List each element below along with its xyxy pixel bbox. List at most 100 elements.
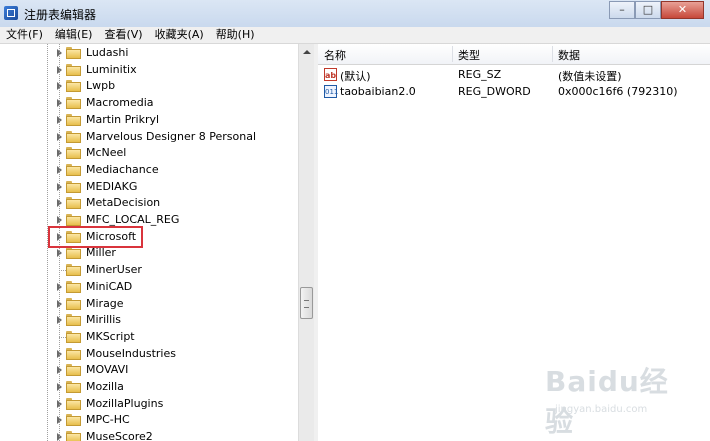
folder-icon [66, 297, 82, 310]
tree-item-label: Mirage [86, 296, 124, 310]
menu-help[interactable]: 帮助(H) [210, 27, 261, 43]
tree-item-martin-prikryl[interactable]: Martin Prikryl [0, 112, 298, 128]
column-data-header[interactable]: 数据 [558, 47, 580, 63]
folder-icon [66, 113, 82, 126]
tree-item-mcneel[interactable]: McNeel [0, 145, 298, 161]
tree-item-label: MozillaPlugins [86, 396, 164, 410]
value-name: (默认) [340, 70, 371, 83]
folder-icon [66, 364, 82, 377]
tree-item-label: MiniCAD [86, 279, 133, 293]
tree-item-minicad[interactable]: MiniCAD [0, 279, 298, 295]
tree-item-label: MuseScore2 [86, 430, 153, 441]
tree-item-label: Luminitix [86, 62, 137, 76]
tree-item-marvelous-designer-8-personal[interactable]: Marvelous Designer 8 Personal [0, 129, 298, 145]
menu-view[interactable]: 查看(V) [98, 27, 148, 43]
folder-icon [66, 414, 82, 427]
folder-icon [66, 63, 82, 76]
window-title: 注册表编辑器 [24, 8, 97, 22]
tree-item-label: McNeel [86, 146, 127, 160]
watermark-url: jingyan.baidu.com [555, 404, 648, 415]
tree-item-label: Mirillis [86, 313, 122, 327]
tree-item-mineruser[interactable]: MinerUser [0, 262, 298, 278]
tree-item-label: MEDIAKG [86, 179, 138, 193]
folder-icon [66, 397, 82, 410]
tree-item-mirillis[interactable]: Mirillis [0, 312, 298, 328]
folder-icon [66, 264, 82, 277]
tree-item-label: Lwpb [86, 79, 116, 93]
tree-item-label: Macromedia [86, 96, 154, 110]
value-row[interactable]: ab (默认) REG_SZ (数值未设置) [318, 66, 710, 83]
tree-item-mfc-local-reg[interactable]: MFC_LOCAL_REG [0, 212, 298, 228]
tree-item-label: MetaDecision [86, 196, 161, 210]
tree-item-mirage[interactable]: Mirage [0, 296, 298, 312]
tree-item-miller[interactable]: Miller [0, 245, 298, 261]
watermark-logo: Baidu经验 [545, 365, 669, 438]
window-controls: – □ ✕ [609, 1, 704, 19]
tree-item-label: Mozilla [86, 380, 124, 393]
tree-item-label: MouseIndustries [86, 346, 176, 360]
tree-item-label: Mediachance [86, 162, 159, 176]
tree-item-mpc-hc[interactable]: MPC-HC [0, 412, 298, 428]
string-value-icon: ab [324, 68, 337, 81]
folder-icon [66, 80, 82, 93]
tree-item-label: MKScript [86, 329, 135, 343]
minimize-button[interactable]: – [609, 1, 635, 19]
tree-item-label: MinerUser [86, 263, 142, 277]
tree-item-mozillaplugins[interactable]: MozillaPlugins [0, 396, 298, 412]
tree-item-mkscript[interactable]: MKScript [0, 329, 298, 345]
microsoft-highlight-box [48, 226, 143, 248]
value-type: REG_DWORD [458, 85, 531, 98]
list-header: 名称 类型 数据 [318, 44, 710, 65]
menu-file[interactable]: 文件(F) [0, 27, 49, 43]
close-button[interactable]: ✕ [661, 1, 704, 19]
tree-item-lwpb[interactable]: Lwpb [0, 78, 298, 94]
folder-icon [66, 330, 82, 343]
column-type-header[interactable]: 类型 [458, 47, 480, 63]
folder-icon [66, 381, 82, 393]
folder-icon [66, 280, 82, 293]
maximize-button[interactable]: □ [635, 1, 661, 19]
tree-item-microsoft[interactable]: Microsoft [0, 229, 298, 245]
folder-icon [66, 147, 82, 160]
value-name: taobaibian2.0 [340, 85, 416, 98]
tree-item-luminitix[interactable]: Luminitix [0, 62, 298, 78]
tree-scrollbar[interactable] [298, 44, 315, 441]
value-row[interactable]: 011 taobaibian2.0 REG_DWORD 0x000c16f6 (… [318, 83, 710, 100]
folder-icon [66, 247, 82, 260]
tree-item-label: Martin Prikryl [86, 112, 160, 126]
value-data: 0x000c16f6 (792310) [558, 85, 678, 98]
tree-item-musescore2[interactable]: MuseScore2 [0, 429, 298, 441]
menu-bar: 文件(F) 编辑(E) 查看(V) 收藏夹(A) 帮助(H) [0, 27, 710, 44]
regedit-app-icon [4, 6, 18, 20]
folder-icon [66, 431, 82, 441]
tree-item-mediakg[interactable]: MEDIAKG [0, 179, 298, 195]
tree-item-ludashi[interactable]: Ludashi [0, 45, 298, 61]
tree-item-label: Marvelous Designer 8 Personal [86, 129, 257, 143]
value-data: (数值未设置) [558, 70, 622, 83]
tree-item-macromedia[interactable]: Macromedia [0, 95, 298, 111]
menu-edit[interactable]: 编辑(E) [49, 27, 99, 43]
column-divider[interactable] [552, 46, 553, 62]
tree-item-label: MFC_LOCAL_REG [86, 213, 180, 226]
tree-item-metadecision[interactable]: MetaDecision [0, 195, 298, 211]
folder-icon [66, 47, 82, 59]
column-name-header[interactable]: 名称 [324, 47, 346, 63]
value-type: REG_SZ [458, 68, 502, 81]
column-divider[interactable] [452, 46, 453, 62]
dword-value-icon: 011 [324, 85, 338, 98]
menu-favorites[interactable]: 收藏夹(A) [149, 27, 210, 43]
folder-icon [66, 197, 82, 210]
tree-item-mediachance[interactable]: Mediachance [0, 162, 298, 178]
tree-item-mozilla[interactable]: Mozilla [0, 379, 298, 395]
title-bar: 注册表编辑器 – □ ✕ [0, 0, 710, 28]
folder-icon [66, 214, 82, 226]
tree-item-movavi[interactable]: MOVAVI [0, 362, 298, 378]
tree-item-label: Miller [86, 246, 116, 260]
folder-icon [66, 180, 82, 193]
scroll-thumb[interactable] [300, 287, 313, 319]
tree-item-label: Ludashi [86, 46, 129, 59]
tree-item-mouseindustries[interactable]: MouseIndustries [0, 346, 298, 362]
scroll-up-arrow-icon[interactable] [303, 50, 311, 54]
tree-item-label: MPC-HC [86, 413, 130, 427]
folder-icon [66, 130, 82, 143]
